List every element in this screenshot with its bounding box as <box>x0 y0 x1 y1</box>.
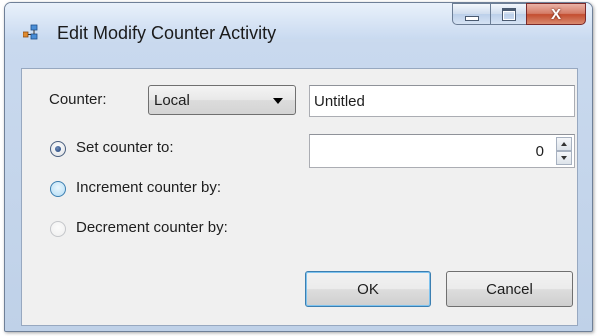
arrow-up-icon <box>561 142 567 146</box>
set-counter-radio[interactable] <box>50 141 66 157</box>
spin-buttons <box>556 137 572 165</box>
close-icon: X <box>550 5 561 23</box>
minimize-button[interactable] <box>452 3 490 25</box>
title-bar[interactable]: Edit Modify Counter Activity X <box>5 3 592 43</box>
counter-value-stepper[interactable]: 0 <box>309 134 575 168</box>
close-button[interactable]: X <box>526 3 586 25</box>
set-counter-label: Set counter to: <box>76 139 174 156</box>
increment-counter-radio[interactable] <box>50 181 66 197</box>
chevron-down-icon <box>273 98 283 104</box>
ok-button[interactable]: OK <box>305 271 431 307</box>
window-title: Edit Modify Counter Activity <box>57 23 277 43</box>
maximize-button[interactable] <box>490 3 526 25</box>
caption-buttons: X <box>452 3 586 29</box>
decrement-counter-radio[interactable] <box>50 221 66 237</box>
minimize-icon <box>464 15 479 21</box>
maximize-icon <box>501 7 516 21</box>
arrow-down-icon <box>561 156 567 160</box>
spin-down-button[interactable] <box>556 151 572 165</box>
counter-name-value: Untitled <box>314 93 365 110</box>
app-icon <box>23 24 38 40</box>
counter-select[interactable]: Local <box>148 85 296 115</box>
counter-label: Counter: <box>49 91 107 108</box>
spin-up-button[interactable] <box>556 137 572 151</box>
dialog-body: Counter: Local Untitled Set counter to: … <box>21 68 578 326</box>
decrement-counter-label: Decrement counter by: <box>76 219 228 236</box>
counter-select-value: Local <box>154 92 190 109</box>
counter-value: 0 <box>535 143 544 160</box>
dialog-window: Edit Modify Counter Activity X Counter: … <box>4 2 593 332</box>
cancel-button[interactable]: Cancel <box>446 271 573 307</box>
increment-counter-label: Increment counter by: <box>76 179 222 196</box>
counter-name-field[interactable]: Untitled <box>309 85 575 117</box>
